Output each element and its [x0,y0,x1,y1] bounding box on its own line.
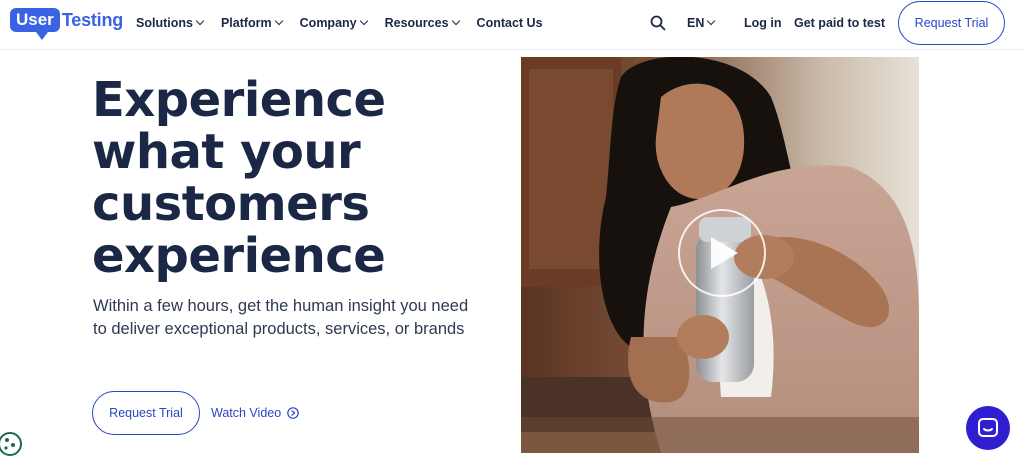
nav-label: Contact Us [476,16,543,30]
login-link[interactable]: Log in [744,16,782,30]
nav-item-solutions[interactable]: Solutions [136,16,205,30]
nav-label: Solutions [136,16,193,30]
nav-item-company[interactable]: Company [299,16,368,30]
nav-item-contact-us[interactable]: Contact Us [477,16,543,30]
headline-line: customers [92,176,370,232]
logo-testing-text: Testing [61,9,124,30]
hero-headline: Experience what your customers experienc… [92,74,492,282]
site-header: User Testing Solutions Platform Company … [0,0,1024,50]
chat-launcher-button[interactable] [966,406,1010,450]
nav-item-platform[interactable]: Platform [220,16,283,30]
chat-icon [978,418,998,437]
request-trial-header-button[interactable]: Request Trial [898,1,1005,45]
chevron-down-icon [707,16,716,26]
chevron-down-icon [274,16,283,26]
cookie-icon[interactable] [0,430,24,458]
headline-line: experience [92,228,386,284]
usertesting-logo[interactable]: User Testing [10,7,124,40]
nav-label: Resources [384,16,449,30]
headline-line: what your [92,124,361,180]
language-selector[interactable]: EN [687,16,716,30]
get-paid-link[interactable]: Get paid to test [794,16,885,30]
request-trial-hero-button[interactable]: Request Trial [92,391,200,435]
headline-line: Experience [92,72,386,128]
hero-video[interactable] [521,57,919,453]
chevron-down-icon [451,16,460,26]
hero-subtext: Within a few hours, get the human insigh… [93,297,469,338]
watch-video-label: Watch Video [211,406,282,420]
nav-label: Company [299,16,357,30]
watch-video-link[interactable]: Watch Video [211,406,299,420]
play-icon[interactable] [711,237,738,269]
chevron-down-icon [195,16,205,26]
language-label: EN [687,16,705,30]
play-circle-icon [287,407,299,419]
nav-label: Platform [220,16,272,30]
main-nav: Solutions Platform Company Resources Con… [136,16,543,30]
logo-user-text: User [10,8,60,40]
chevron-down-icon [359,16,368,26]
nav-item-resources[interactable]: Resources [384,16,460,30]
search-icon[interactable] [650,15,666,31]
